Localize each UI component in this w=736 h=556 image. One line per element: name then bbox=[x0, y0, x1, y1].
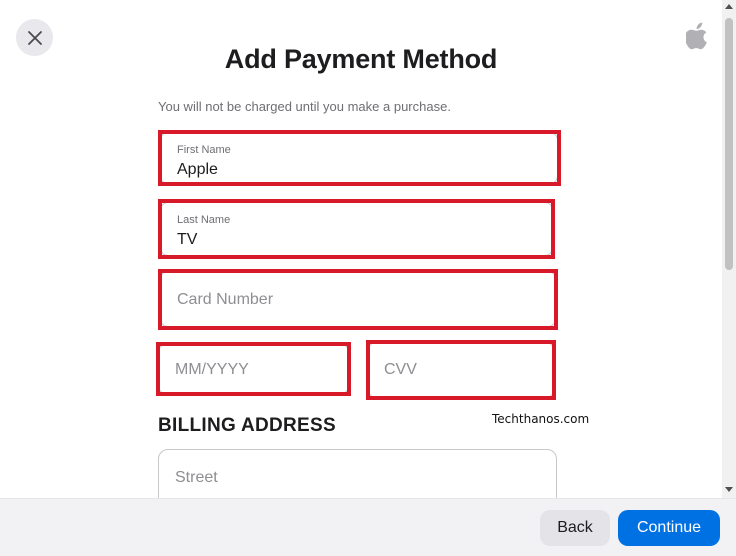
footer-bar: Back Continue bbox=[0, 498, 736, 556]
page-subtitle: You will not be charged until you make a… bbox=[158, 99, 451, 114]
billing-address-heading: BILLING ADDRESS bbox=[158, 415, 336, 436]
cvv-input[interactable]: CVV bbox=[368, 342, 554, 398]
watermark-text: Techthanos.com bbox=[492, 412, 590, 426]
expiry-input[interactable]: MM/YYYY bbox=[158, 344, 349, 394]
first-name-value: Apple bbox=[177, 161, 218, 178]
scrollbar[interactable] bbox=[722, 0, 736, 498]
continue-button[interactable]: Continue bbox=[618, 510, 720, 546]
scroll-down-arrow-icon[interactable] bbox=[725, 487, 733, 492]
first-name-label: First Name bbox=[177, 144, 231, 156]
last-name-label: Last Name bbox=[177, 214, 231, 226]
expiry-placeholder: MM/YYYY bbox=[175, 361, 249, 378]
card-number-input[interactable]: Card Number bbox=[160, 271, 556, 327]
cvv-placeholder: CVV bbox=[384, 361, 417, 378]
page-title: Add Payment Method bbox=[224, 44, 498, 74]
last-name-value: TV bbox=[177, 231, 198, 248]
card-number-placeholder: Card Number bbox=[177, 291, 274, 308]
first-name-field[interactable]: First Name Apple bbox=[160, 132, 558, 184]
scroll-up-arrow-icon[interactable] bbox=[725, 4, 733, 9]
street-placeholder: Street bbox=[175, 469, 218, 486]
scrollbar-thumb[interactable] bbox=[725, 18, 733, 270]
last-name-field[interactable]: Last Name TV bbox=[160, 202, 553, 256]
back-button[interactable]: Back bbox=[540, 510, 610, 546]
